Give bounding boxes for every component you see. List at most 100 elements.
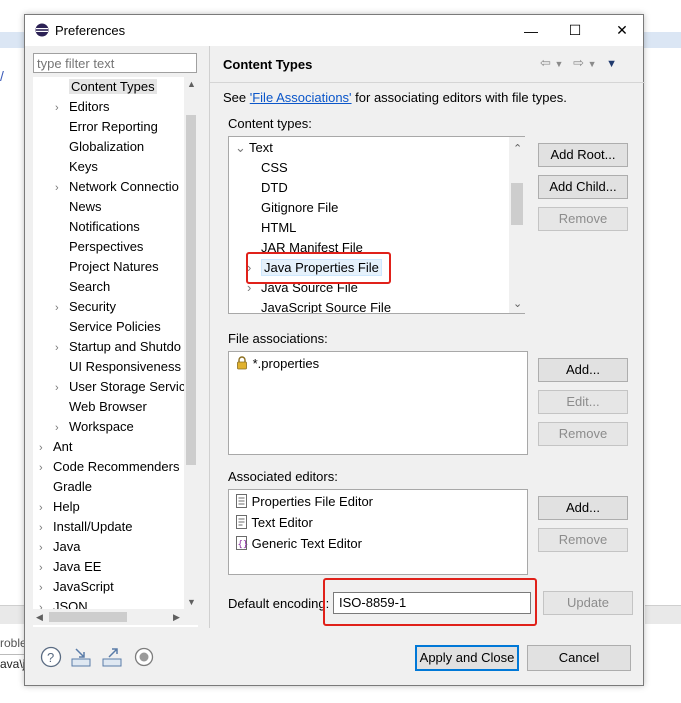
chevron-right-icon[interactable]: › [55, 178, 69, 198]
tree-item[interactable]: News [55, 197, 102, 217]
chevron-right-icon[interactable]: › [55, 418, 69, 438]
help-icon[interactable]: ? [40, 646, 62, 668]
content-type-item[interactable]: JavaScript Source File [247, 298, 391, 313]
tree-item[interactable]: › JavaScript [39, 577, 114, 597]
tree-item[interactable]: Perspectives [55, 237, 143, 257]
chevron-right-icon[interactable]: › [39, 518, 53, 538]
tree-item[interactable]: Keys [55, 157, 98, 177]
content-types-scroll-thumb[interactable] [511, 183, 523, 225]
associated-editors-list[interactable]: Properties File Editor Text Editor {} Ge… [228, 489, 528, 575]
add-child-button[interactable]: Add Child... [538, 175, 628, 199]
tree-item[interactable]: › Ant [39, 437, 73, 457]
import-icon[interactable] [70, 646, 92, 668]
content-types-tree[interactable]: ⌄ Text CSS DTD Gitignore File HTML JAR Manifes… [228, 136, 525, 314]
back-dropdown-icon[interactable]: ▼ [555, 59, 564, 69]
chevron-right-icon[interactable]: › [39, 458, 53, 478]
preferences-tree[interactable]: Content Types › Editors Error Reporting Glob… [33, 77, 198, 627]
file-associations-list[interactable]: *.properties [228, 351, 528, 455]
tree-item[interactable]: Web Browser [55, 397, 147, 417]
tree-item-label: Notifications [69, 219, 140, 234]
list-item[interactable]: *.properties [235, 354, 319, 374]
tree-item[interactable]: › Editors [55, 97, 109, 117]
tree-item[interactable]: › Security [55, 297, 116, 317]
chevron-right-icon[interactable]: › [39, 578, 53, 598]
file-associations-link[interactable]: 'File Associations' [250, 90, 352, 105]
filter-input[interactable] [33, 53, 197, 73]
close-button[interactable]: ✕ [599, 15, 645, 46]
cancel-button[interactable]: Cancel [527, 645, 631, 671]
tree-item[interactable]: › Java EE [39, 557, 101, 577]
oomph-settings-icon[interactable] [133, 646, 155, 668]
chevron-right-icon[interactable]: › [55, 378, 69, 398]
tree-item[interactable]: Content Types [55, 77, 157, 97]
chevron-right-icon[interactable]: › [55, 98, 69, 118]
remove-association-button[interactable]: Remove [538, 422, 628, 446]
chevron-right-icon[interactable]: › [39, 538, 53, 558]
content-type-item[interactable]: CSS [247, 158, 288, 178]
tree-item[interactable]: › Workspace [55, 417, 134, 437]
pane-divider[interactable] [209, 46, 210, 628]
chevron-right-icon[interactable]: › [39, 558, 53, 578]
forward-arrow-icon[interactable]: ⇨ [573, 55, 584, 70]
tree-item[interactable]: › Help [39, 497, 80, 517]
tree-item[interactable]: › Network Connectio [55, 177, 179, 197]
scroll-left-arrow-icon[interactable]: ◀ [36, 612, 43, 623]
tree-item-label: Code Recommenders [53, 459, 180, 474]
tree-vertical-scroll-thumb[interactable] [186, 115, 196, 465]
scroll-up-arrow-icon[interactable]: ▲ [187, 79, 196, 89]
scroll-right-arrow-icon[interactable]: ▶ [173, 612, 180, 623]
list-item[interactable]: Properties File Editor [235, 492, 373, 512]
forward-dropdown-icon[interactable]: ▼ [588, 59, 597, 69]
tree-item-label: Install/Update [53, 519, 133, 534]
add-association-button[interactable]: Add... [538, 358, 628, 382]
chevron-right-icon[interactable]: › [55, 298, 69, 318]
remove-content-type-button[interactable]: Remove [538, 207, 628, 231]
tree-item[interactable]: › Code Recommenders [39, 457, 179, 477]
content-type-item[interactable]: DTD [247, 178, 288, 198]
view-menu-icon[interactable]: ▼ [606, 58, 617, 70]
remove-editor-button[interactable]: Remove [538, 528, 628, 552]
content-types-label: Content types: [228, 116, 312, 131]
content-type-item[interactable]: HTML [247, 218, 296, 238]
tree-item[interactable]: UI Responsiveness [55, 357, 181, 377]
tree-item[interactable]: Gradle [39, 477, 92, 497]
title-bar[interactable]: Preferences — ☐ ✕ [25, 15, 643, 46]
tree-item-label: Project Natures [69, 259, 159, 274]
tree-horizontal-scroll-thumb[interactable] [49, 612, 127, 622]
edit-association-button[interactable]: Edit... [538, 390, 628, 414]
tree-item[interactable]: Globalization [55, 137, 144, 157]
content-type-item[interactable]: ⌄ Text [235, 138, 273, 158]
list-item[interactable]: Text Editor [235, 513, 313, 533]
minimize-button[interactable]: — [508, 15, 554, 46]
tree-item[interactable]: Error Reporting [55, 117, 158, 137]
update-button[interactable]: Update [543, 591, 633, 615]
apply-and-close-button[interactable]: Apply and Close [415, 645, 519, 671]
tree-item[interactable]: › Install/Update [39, 517, 133, 537]
tree-item[interactable]: › Java [39, 537, 80, 557]
content-type-label: Text [249, 140, 273, 155]
content-types-scrollbar[interactable] [509, 137, 525, 313]
tree-item[interactable]: › User Storage Servic [55, 377, 185, 397]
chevron-right-icon[interactable]: › [39, 498, 53, 518]
list-item[interactable]: {} Generic Text Editor [235, 534, 362, 554]
tree-item[interactable]: Project Natures [55, 257, 159, 277]
tree-item[interactable]: Service Policies [55, 317, 161, 337]
scroll-down-arrow-icon[interactable]: ▼ [187, 597, 196, 607]
chevron-down-icon[interactable]: ⌄ [235, 138, 249, 158]
add-root-button[interactable]: Add Root... [538, 143, 628, 167]
maximize-button[interactable]: ☐ [552, 15, 598, 46]
content-types-scroll-down-icon[interactable]: ⌄ [513, 297, 522, 310]
back-arrow-icon[interactable]: ⇦ [540, 55, 551, 70]
export-icon[interactable] [101, 646, 123, 668]
tree-item[interactable]: Search [55, 277, 110, 297]
chevron-right-icon[interactable]: › [55, 338, 69, 358]
content-types-scroll-up-icon[interactable]: ⌃ [513, 142, 522, 155]
tree-item[interactable]: › Startup and Shutdo [55, 337, 181, 357]
chevron-right-icon[interactable]: › [39, 438, 53, 458]
content-type-item[interactable]: Gitignore File [247, 198, 338, 218]
title-separator [210, 82, 645, 83]
content-type-label: DTD [261, 180, 288, 195]
add-editor-button[interactable]: Add... [538, 496, 628, 520]
properties-file-icon [236, 494, 247, 508]
tree-item[interactable]: Notifications [55, 217, 140, 237]
